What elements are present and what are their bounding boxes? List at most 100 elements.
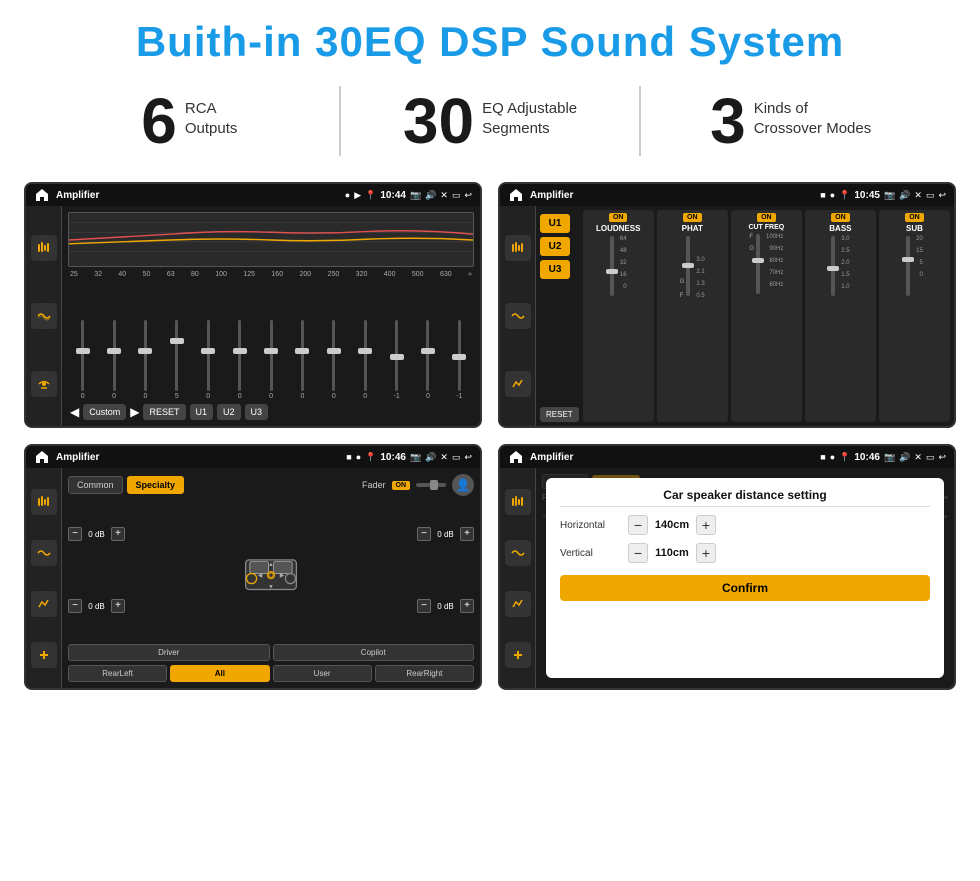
fr-plus-button[interactable]: + [460, 527, 474, 541]
phat-on[interactable]: ON [683, 213, 702, 222]
slider-10[interactable]: -1 [382, 320, 411, 400]
window-icon-bl: ▭ [452, 452, 461, 463]
all-button[interactable]: All [170, 665, 269, 682]
sub-on[interactable]: ON [905, 213, 924, 222]
rearleft-button[interactable]: RearLeft [68, 665, 167, 682]
home-icon[interactable] [34, 187, 50, 203]
rr-minus-button[interactable]: − [417, 599, 431, 613]
cs-main-area: Common Specialty Fader ON 👤 [62, 468, 480, 688]
close-icon-tl[interactable]: ✕ [440, 190, 448, 201]
ds-sidebar-btn-4[interactable] [505, 642, 531, 668]
cs-sidebar-btn-1[interactable] [31, 489, 57, 515]
horizontal-control: − 140cm + [628, 515, 930, 535]
eq-sidebar-btn-3[interactable] [31, 371, 57, 397]
close-icon-bl[interactable]: ✕ [440, 452, 448, 463]
driver-button[interactable]: Driver [68, 644, 270, 661]
avatar-icon[interactable]: 👤 [452, 474, 474, 496]
cutfreq-label: CUT FREQ [748, 224, 784, 231]
ds-sidebar-btn-1[interactable] [505, 489, 531, 515]
rearright-button[interactable]: RearRight [375, 665, 474, 682]
horizontal-minus-button[interactable]: − [628, 515, 648, 535]
slider-1[interactable]: 0 [99, 320, 128, 400]
loudness-slider-left[interactable] [610, 236, 614, 296]
bass-on[interactable]: ON [831, 213, 850, 222]
home-icon-tr[interactable] [508, 187, 524, 203]
slider-12[interactable]: -1 [445, 320, 474, 400]
slider-8[interactable]: 0 [319, 320, 348, 400]
sub-slider[interactable] [906, 236, 910, 296]
camera-icon-tl: 📷 [410, 190, 421, 201]
specialty-tab[interactable]: Specialty [127, 476, 185, 494]
cs-sidebar-btn-4[interactable] [31, 642, 57, 668]
bass-slider[interactable] [831, 236, 835, 296]
fl-plus-button[interactable]: + [111, 527, 125, 541]
slider-0[interactable]: 0 [68, 320, 97, 400]
bass-label: BASS [829, 224, 851, 233]
amp-sidebar-btn-3[interactable] [505, 371, 531, 397]
slider-11[interactable]: 0 [413, 320, 442, 400]
cutfreq-on[interactable]: ON [757, 213, 776, 222]
screen-dialog: Amplifier ■ ● 📍 10:46 📷 🔊 ✕ ▭ ↩ [498, 444, 956, 690]
back-icon-tl[interactable]: ↩ [464, 190, 472, 201]
slider-6[interactable]: 0 [256, 320, 285, 400]
cutfreq-slider[interactable] [756, 234, 760, 294]
back-icon-bl[interactable]: ↩ [464, 452, 472, 463]
u3-button-tr[interactable]: U3 [540, 260, 570, 279]
phat-slider[interactable] [686, 236, 690, 296]
ds-sidebar-btn-2[interactable] [505, 540, 531, 566]
user-button-bl[interactable]: User [273, 665, 372, 682]
cs-sidebar-btn-3[interactable] [31, 591, 57, 617]
slider-4[interactable]: 0 [194, 320, 223, 400]
more-icon[interactable]: » [468, 271, 472, 278]
eq-sidebar-btn-2[interactable] [31, 303, 57, 329]
slider-2[interactable]: 0 [131, 320, 160, 400]
home-icon-br[interactable] [508, 449, 524, 465]
u2-button-tl[interactable]: U2 [217, 404, 241, 420]
eq-play-button[interactable]: ▶ [130, 405, 139, 419]
reset-button-tl[interactable]: RESET [143, 404, 185, 420]
custom-button[interactable]: Custom [83, 404, 126, 420]
amp-sidebar-btn-2[interactable] [505, 303, 531, 329]
vertical-plus-button[interactable]: + [696, 543, 716, 563]
channel-cutfreq: ON CUT FREQ FG 100Hz90Hz80Hz70H [731, 210, 802, 422]
fader-row: Fader ON [362, 480, 446, 490]
back-icon-br[interactable]: ↩ [938, 452, 946, 463]
ds-main-area: Common Specialty Fader ON −0 dB+ 🚗 [536, 468, 954, 688]
dot-icon-tr-2: ● [830, 190, 835, 200]
horizontal-plus-button[interactable]: + [696, 515, 716, 535]
freq-400: 400 [384, 271, 396, 278]
loudness-on[interactable]: ON [609, 213, 628, 222]
reset-button-tr[interactable]: RESET [540, 407, 579, 422]
amp-sidebar-btn-1[interactable] [505, 235, 531, 261]
home-icon-bl[interactable] [34, 449, 50, 465]
rl-plus-button[interactable]: + [111, 599, 125, 613]
rr-plus-button[interactable]: + [460, 599, 474, 613]
rl-minus-button[interactable]: − [68, 599, 82, 613]
copilot-button[interactable]: Copilot [273, 644, 475, 661]
slider-9[interactable]: 0 [351, 320, 380, 400]
u3-button-tl[interactable]: U3 [245, 404, 269, 420]
close-icon-tr[interactable]: ✕ [914, 190, 922, 201]
fader-on-badge[interactable]: ON [392, 481, 411, 490]
ds-sidebar-btn-3[interactable] [505, 591, 531, 617]
slider-3[interactable]: 5 [162, 320, 191, 400]
vertical-minus-button[interactable]: − [628, 543, 648, 563]
eq-sidebar-btn-1[interactable] [31, 235, 57, 261]
eq-prev-button[interactable]: ◀ [70, 405, 79, 419]
slider-7[interactable]: 0 [288, 320, 317, 400]
u1-button-tr[interactable]: U1 [540, 214, 570, 233]
fr-minus-button[interactable]: − [417, 527, 431, 541]
close-icon-br[interactable]: ✕ [914, 452, 922, 463]
loudness-label: LOUDNESS [596, 224, 640, 233]
window-icon-tl: ▭ [452, 190, 461, 201]
amp-u-buttons: U1 U2 U3 RESET [540, 210, 579, 422]
u1-button-tl[interactable]: U1 [190, 404, 214, 420]
svg-text:◀: ◀ [258, 572, 263, 578]
slider-5[interactable]: 0 [225, 320, 254, 400]
cs-sidebar-btn-2[interactable] [31, 540, 57, 566]
u2-button-tr[interactable]: U2 [540, 237, 570, 256]
common-tab[interactable]: Common [68, 476, 123, 494]
fl-minus-button[interactable]: − [68, 527, 82, 541]
back-icon-tr[interactable]: ↩ [938, 190, 946, 201]
confirm-button[interactable]: Confirm [560, 575, 930, 601]
